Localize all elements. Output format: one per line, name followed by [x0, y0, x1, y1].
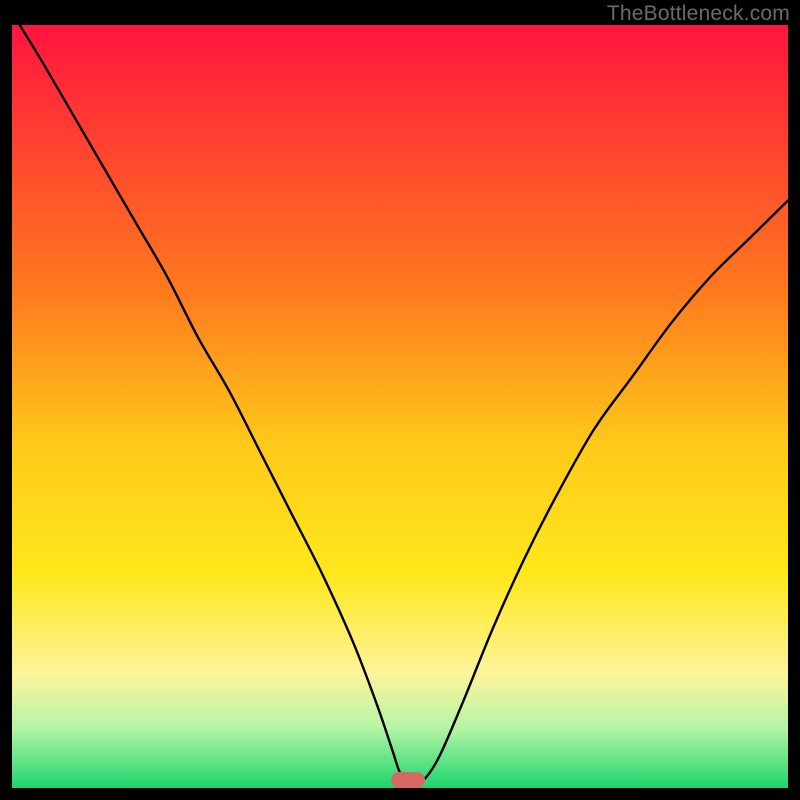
chart-stage: TheBottleneck.com: [0, 0, 800, 800]
watermark-text: TheBottleneck.com: [607, 2, 790, 26]
plot-area: [12, 25, 788, 788]
bottleneck-curve: [12, 25, 788, 788]
optimal-marker: [391, 772, 425, 788]
